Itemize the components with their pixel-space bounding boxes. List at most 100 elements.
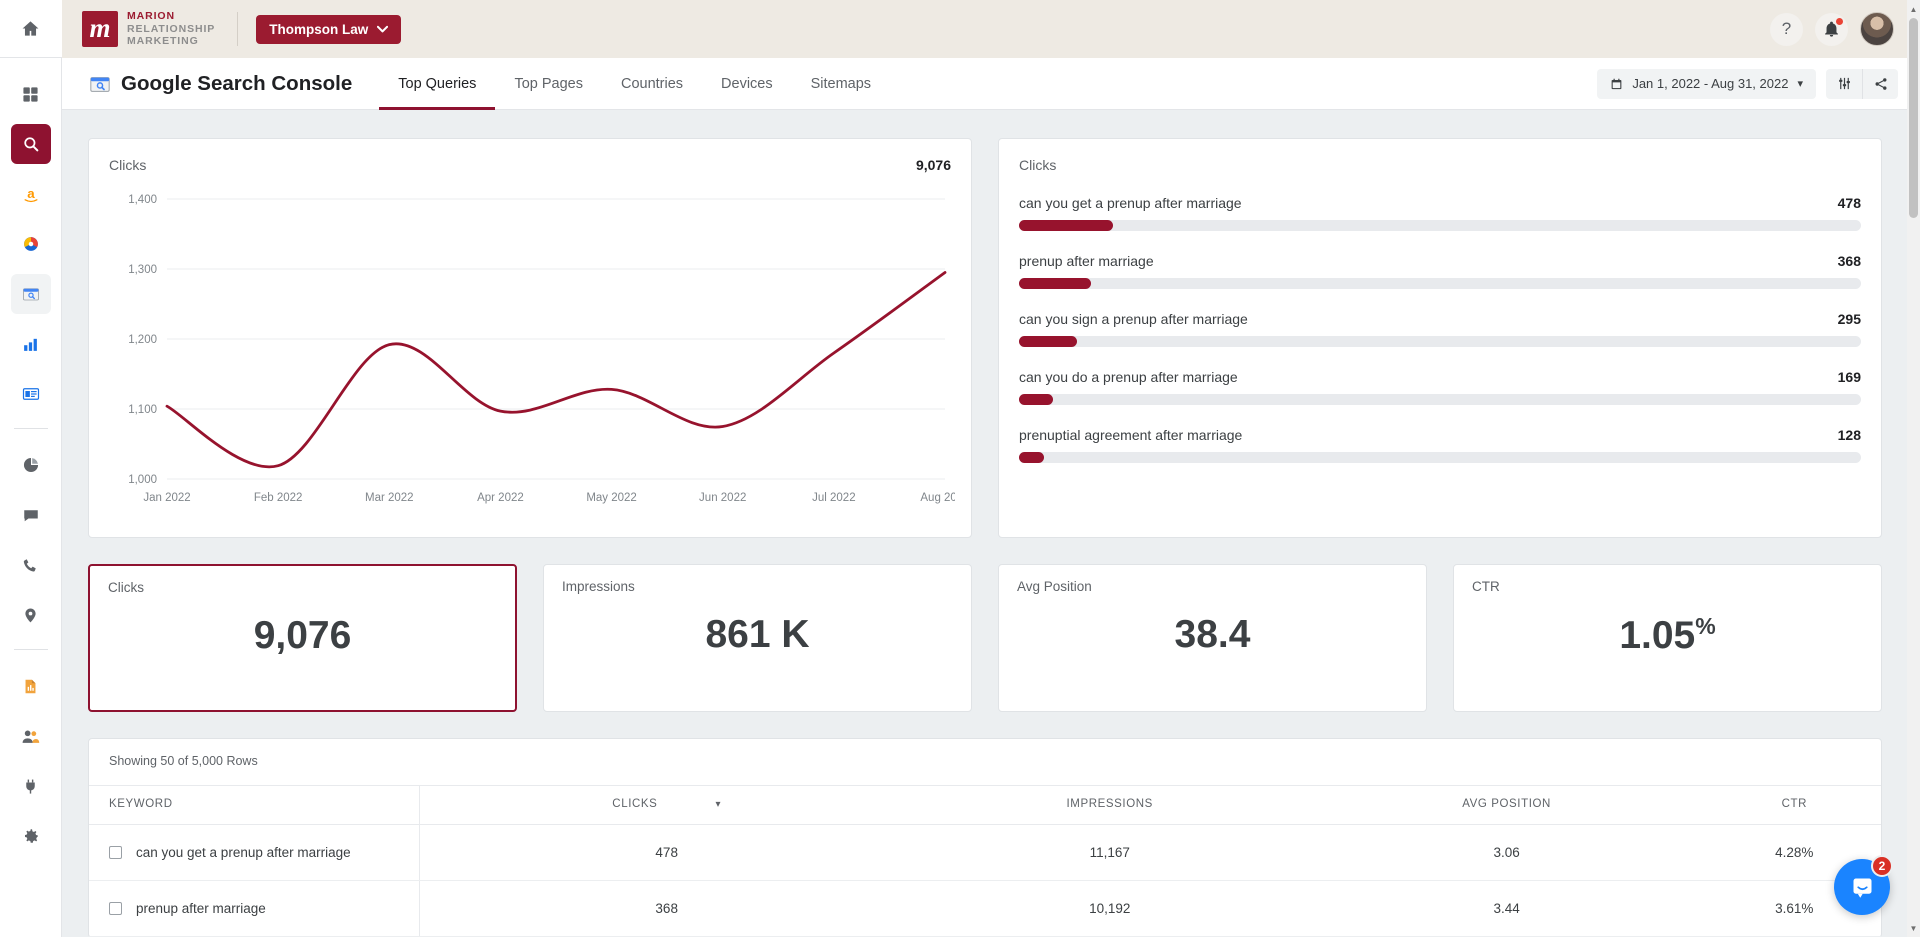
sidebar-item-settings[interactable] — [11, 816, 51, 856]
scrollbar-thumb[interactable] — [1909, 18, 1918, 218]
svg-text:Mar 2022: Mar 2022 — [365, 492, 414, 504]
query-bar-row[interactable]: can you do a prenup after marriage 169 — [1019, 369, 1861, 405]
app-subheader: Google Search Console Top Queries Top Pa… — [62, 58, 1920, 110]
kpi-label: Clicks — [108, 580, 497, 595]
brand-logo: m MARION RELATIONSHIP MARKETING — [82, 10, 215, 48]
svg-text:Jun 2022: Jun 2022 — [699, 492, 746, 504]
search-console-icon — [89, 73, 111, 95]
sidebar-item-integrations[interactable] — [11, 766, 51, 806]
kpi-card-avg-position[interactable]: Avg Position 38.4 — [998, 564, 1427, 712]
page-scrollbar[interactable]: ▲ ▼ — [1907, 0, 1920, 937]
query-bar-row[interactable]: can you sign a prenup after marriage 295 — [1019, 311, 1861, 347]
tab-top-pages[interactable]: Top Pages — [495, 58, 602, 110]
sidebar-item-analytics[interactable] — [11, 224, 51, 264]
svg-text:May 2022: May 2022 — [586, 492, 637, 504]
home-icon — [21, 19, 40, 38]
chat-unread-badge: 2 — [1871, 855, 1893, 877]
query-bar-row[interactable]: can you get a prenup after marriage 478 — [1019, 195, 1861, 231]
plug-icon — [22, 778, 39, 795]
dashboard-grid-icon — [22, 86, 39, 103]
sidebar-item-display[interactable] — [11, 374, 51, 414]
search-icon — [22, 135, 40, 153]
kpi-label: Impressions — [562, 579, 953, 594]
account-switcher-button[interactable]: Thompson Law — [256, 15, 401, 44]
kpi-card-impressions[interactable]: Impressions 861 K — [543, 564, 972, 712]
query-label: can you do a prenup after marriage — [1019, 369, 1238, 385]
row-checkbox[interactable] — [109, 902, 122, 915]
kpi-value: 9,076 — [90, 614, 515, 658]
amazon-icon: a — [21, 184, 41, 204]
table-row[interactable]: can you get a prenup after marriage 478 … — [89, 825, 1881, 881]
column-header-impressions[interactable]: IMPRESSIONS — [914, 786, 1306, 825]
query-bar-row[interactable]: prenuptial agreement after marriage 128 — [1019, 427, 1861, 463]
share-button[interactable] — [1862, 69, 1898, 99]
query-clicks: 128 — [1838, 427, 1861, 443]
query-bar-track — [1019, 220, 1861, 231]
table-row-count: Showing 50 of 5,000 Rows — [89, 739, 1881, 785]
chat-bubble-icon — [22, 506, 40, 524]
sidebar-item-users[interactable] — [11, 716, 51, 756]
date-range-picker[interactable]: Jan 1, 2022 - Aug 31, 2022 ▾ — [1597, 69, 1816, 99]
sidebar-item-documents[interactable] — [11, 666, 51, 706]
sidebar-item-dashboard[interactable] — [11, 74, 51, 114]
user-avatar[interactable] — [1860, 12, 1894, 46]
svg-text:1,100: 1,100 — [128, 404, 157, 416]
help-label: ? — [1782, 19, 1791, 39]
table-header-row: KEYWORD CLICKS ▾ IMPRESSIONS AVG POSITIO… — [89, 786, 1881, 825]
filter-sliders-icon — [1837, 76, 1852, 91]
help-button[interactable]: ? — [1770, 13, 1803, 46]
sidebar-item-locations[interactable] — [11, 595, 51, 635]
kpi-card-clicks[interactable]: Clicks 9,076 — [88, 564, 517, 712]
sidebar-item-search[interactable] — [11, 124, 51, 164]
scroll-down-arrow[interactable]: ▼ — [1907, 921, 1920, 935]
sidebar-item-reports[interactable] — [11, 324, 51, 364]
svg-text:1,400: 1,400 — [128, 194, 157, 206]
location-pin-icon — [22, 607, 39, 624]
scroll-up-arrow[interactable]: ▲ — [1907, 2, 1920, 16]
tab-sitemaps[interactable]: Sitemaps — [792, 58, 890, 110]
column-header-keyword[interactable]: KEYWORD — [89, 786, 419, 825]
notifications-button[interactable] — [1815, 13, 1848, 46]
sidebar-item-messages[interactable] — [11, 495, 51, 535]
query-bar-track — [1019, 394, 1861, 405]
table-row[interactable]: prenup after marriage 368 10,192 3.44 3.… — [89, 881, 1881, 937]
svg-text:Apr 2022: Apr 2022 — [477, 492, 524, 504]
table-cell-keyword: prenup after marriage — [89, 881, 419, 937]
svg-text:1,200: 1,200 — [128, 334, 157, 346]
chart-total: 9,076 — [916, 157, 951, 173]
tab-top-queries[interactable]: Top Queries — [379, 58, 495, 110]
query-bar-row[interactable]: prenup after marriage 368 — [1019, 253, 1861, 289]
tab-countries[interactable]: Countries — [602, 58, 702, 110]
sidebar-item-search-console[interactable] — [11, 274, 51, 314]
document-report-icon — [22, 678, 39, 695]
query-bar-fill — [1019, 394, 1053, 405]
brand-line-1: MARION — [127, 10, 215, 23]
search-console-icon — [22, 285, 40, 303]
column-header-avg-position[interactable]: AVG POSITION — [1306, 786, 1708, 825]
clicks-chart-card: Clicks 9,076 1,0001,1001,2001,3001,400Ja… — [88, 138, 972, 538]
brand-line-2: RELATIONSHIP — [127, 23, 215, 36]
column-header-ctr[interactable]: CTR — [1708, 786, 1881, 825]
chart-label: Clicks — [109, 157, 146, 173]
query-label: prenup after marriage — [1019, 253, 1154, 269]
users-icon — [21, 727, 40, 746]
sidebar-divider-2 — [14, 649, 48, 650]
sidebar-item-amazon[interactable]: a — [11, 174, 51, 214]
column-header-clicks[interactable]: CLICKS ▾ — [419, 786, 914, 825]
query-bar-fill — [1019, 336, 1077, 347]
chat-bubble-icon — [1849, 874, 1876, 901]
filter-button[interactable] — [1826, 69, 1862, 99]
kpi-card-ctr[interactable]: CTR 1.05% — [1453, 564, 1882, 712]
sidebar-item-calls[interactable] — [11, 545, 51, 585]
svg-text:Feb 2022: Feb 2022 — [254, 492, 303, 504]
chat-launcher-button[interactable]: 2 — [1834, 859, 1890, 915]
calendar-icon — [1610, 77, 1623, 91]
row-checkbox[interactable] — [109, 846, 122, 859]
table-cell-keyword: can you get a prenup after marriage — [89, 825, 419, 881]
tab-devices[interactable]: Devices — [702, 58, 792, 110]
sidebar-item-insights[interactable] — [11, 445, 51, 485]
clicks-line-chart: 1,0001,1001,2001,3001,400Jan 2022Feb 202… — [109, 191, 955, 521]
sidebar-item-home[interactable] — [0, 0, 62, 58]
query-bar-track — [1019, 278, 1861, 289]
query-bar-fill — [1019, 220, 1113, 231]
